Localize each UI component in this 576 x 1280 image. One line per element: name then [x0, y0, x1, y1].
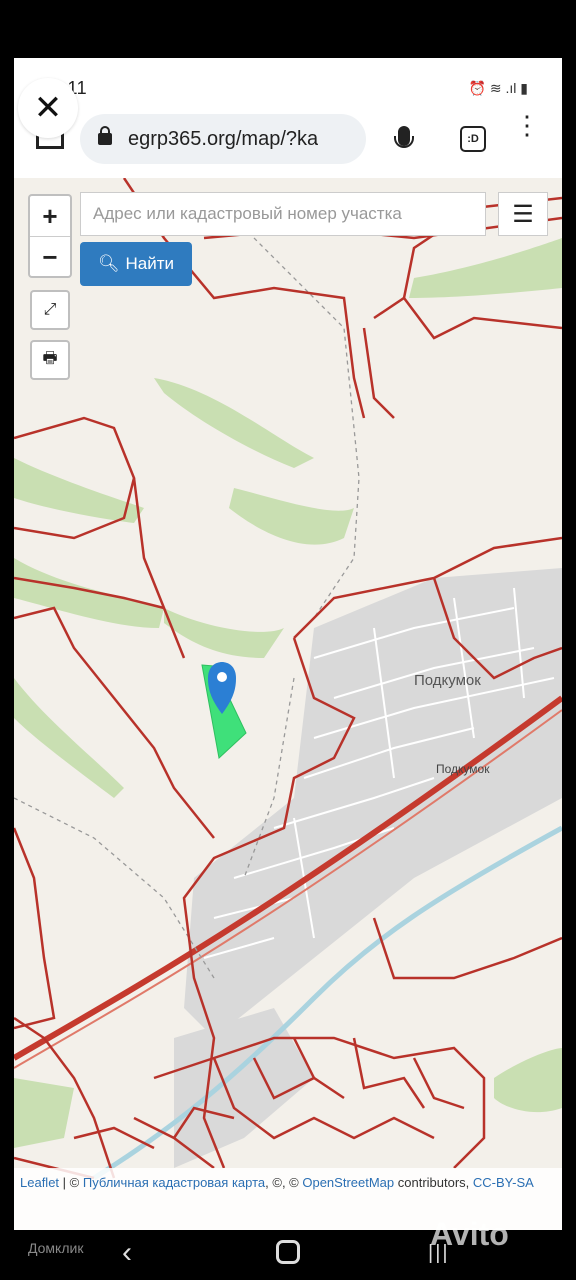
find-button-label: Найти — [125, 254, 175, 273]
phone-screen: :11 ⏰ ≋ .ıl ▮ egrp365.org/map/?ka :D ⋮ +… — [14, 58, 562, 1230]
leaflet-link[interactable]: Leaflet — [20, 1175, 59, 1190]
map-menu-icon[interactable]: ☰ — [498, 192, 548, 236]
address-bar[interactable]: egrp365.org/map/?ka — [80, 114, 366, 164]
search-icon: 🔍︎ — [97, 254, 120, 273]
map-canvas — [14, 178, 562, 1181]
home-button-icon[interactable] — [276, 1240, 300, 1264]
zoom-out-button[interactable]: − — [30, 237, 70, 277]
zoom-in-button[interactable]: + — [30, 196, 70, 237]
fullscreen-icon[interactable]: ⤢ — [30, 290, 70, 330]
find-button[interactable]: 🔍︎ Найти — [80, 242, 192, 286]
tabs-button[interactable]: :D — [460, 126, 486, 152]
license-link[interactable]: CC-BY-SA — [473, 1175, 534, 1190]
microphone-icon[interactable] — [394, 126, 414, 148]
browser-toolbar: egrp365.org/map/?ka :D ⋮ — [14, 98, 562, 178]
print-icon[interactable]: 🖶 — [30, 340, 70, 380]
back-icon[interactable]: ‹ — [122, 1236, 132, 1270]
map-view[interactable]: + − ⤢ 🖶 Адрес или кадастровый номер учас… — [14, 178, 562, 1230]
place-label: Подкумок — [436, 762, 490, 776]
osm-link[interactable]: OpenStreetMap — [302, 1175, 394, 1190]
close-icon[interactable]: ✕ — [18, 78, 78, 138]
place-label: Подкумок — [414, 672, 481, 689]
browser-menu-icon[interactable]: ⋮ — [514, 112, 540, 138]
cadastral-link[interactable]: Публичная кадастровая карта — [83, 1175, 265, 1190]
lock-icon — [98, 126, 112, 145]
watermark-left: Домклик — [28, 1240, 84, 1256]
status-icons: ⏰ ≋ .ıl ▮ — [468, 80, 528, 96]
address-search-input[interactable]: Адрес или кадастровый номер участка — [80, 192, 486, 236]
url-text: egrp365.org/map/?ka — [128, 127, 319, 150]
watermark-right: Avito — [430, 1216, 509, 1252]
zoom-control: + − — [28, 194, 72, 278]
